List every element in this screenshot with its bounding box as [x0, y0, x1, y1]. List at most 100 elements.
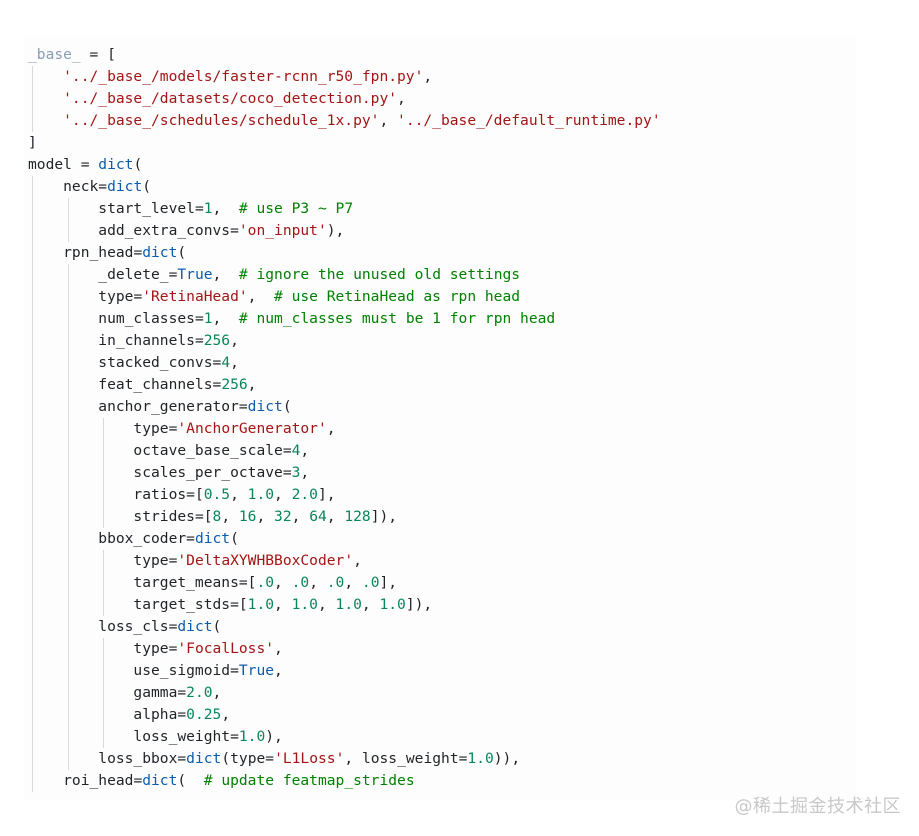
code-line: roi_head=dict( # update featmap_strides — [28, 770, 415, 792]
code-line: anchor_generator=dict( — [28, 396, 291, 418]
code-line: stacked_convs=4, — [28, 352, 239, 374]
code-token: type — [28, 288, 134, 305]
code-line: start_level=1, # use P3 ~ P7 — [28, 198, 353, 220]
code-token: dict — [247, 398, 283, 415]
code-line: type='FocalLoss', — [28, 638, 282, 660]
code-token: 'AnchorGenerator' — [177, 420, 327, 437]
code-token: , — [212, 200, 239, 217]
code-token: dict — [194, 530, 231, 547]
code-token: 1.0 — [379, 596, 406, 613]
code-line: loss_cls=dict( — [28, 616, 221, 638]
code-token: ]), — [405, 596, 433, 613]
code-token: type — [28, 640, 169, 657]
code-token: = — [230, 728, 239, 745]
code-token: gamma — [28, 684, 178, 701]
code-token: 0.25 — [186, 706, 222, 723]
code-token: '../_base_/models/faster-rcnn_r50_fpn.py… — [28, 68, 424, 85]
code-editor[interactable]: _base_ = [ '../_base_/models/faster-rcnn… — [24, 36, 856, 800]
code-line: rpn_head=dict( — [28, 242, 186, 264]
code-token: , — [230, 486, 248, 503]
code-token: , — [300, 442, 310, 459]
code-token: = — [212, 354, 222, 371]
code-token: ( — [133, 156, 143, 173]
code-token: stacked_convs — [28, 354, 213, 371]
code-token: ] — [28, 134, 37, 151]
code-token: , — [274, 662, 283, 679]
code-token: 'RetinaHead' — [142, 288, 248, 305]
code-token: , — [353, 552, 362, 569]
code-token: , — [326, 420, 336, 437]
code-token: loss_weight — [28, 728, 231, 745]
code-token: 1.0 — [247, 486, 275, 503]
code-line: model = dict( — [28, 154, 142, 176]
code-token: dict — [177, 618, 213, 635]
code-token: , — [212, 310, 239, 327]
code-token: in_channels — [28, 332, 195, 349]
code-token: use_sigmoid — [28, 662, 231, 679]
code-token: = [ — [80, 46, 116, 63]
code-token: , — [247, 288, 275, 305]
code-token: = — [71, 156, 99, 173]
code-token: rpn_head — [28, 244, 134, 261]
code-line: target_stds=[1.0, 1.0, 1.0, 1.0]), — [28, 594, 432, 616]
code-token: ( — [221, 750, 231, 767]
code-token: model — [28, 156, 72, 173]
code-token: dict — [98, 156, 134, 173]
code-token: = — [177, 750, 187, 767]
code-line: neck=dict( — [28, 176, 151, 198]
code-token: bbox_coder — [28, 530, 187, 547]
code-token: .0 — [361, 574, 380, 591]
code-token: # update featmap_strides — [203, 772, 415, 789]
code-token: , — [221, 508, 239, 525]
code-token: anchor_generator — [28, 398, 239, 415]
code-token: type — [28, 552, 169, 569]
code-token: _base_ — [28, 46, 81, 63]
code-token: = — [282, 442, 292, 459]
code-line: type='AnchorGenerator', — [28, 418, 336, 440]
code-token: 1 — [203, 310, 213, 327]
code-token: target_stds — [28, 596, 231, 613]
code-token: 32 — [274, 508, 292, 525]
code-token: dict — [142, 772, 178, 789]
code-token: = — [186, 530, 195, 547]
code-line: scales_per_octave=3, — [28, 462, 309, 484]
code-token: , — [274, 596, 292, 613]
code-token: feat_channels — [28, 376, 213, 393]
code-token: 2.0 — [291, 486, 318, 503]
code-token: , — [326, 508, 345, 525]
code-token: , — [397, 90, 406, 107]
code-line: ratios=[0.5, 1.0, 2.0], — [28, 484, 336, 506]
code-token: = — [282, 464, 292, 481]
code-token: num_classes — [28, 310, 195, 327]
code-token: 'DeltaXYWHBBoxCoder' — [177, 552, 354, 569]
code-token: ], — [379, 574, 398, 591]
code-token: # num_classes must be 1 for rpn head — [238, 310, 556, 327]
code-token: neck — [28, 178, 99, 195]
code-token: type — [28, 420, 169, 437]
code-token: '../_base_/schedules/schedule_1x.py' — [28, 112, 380, 129]
code-token: , — [379, 112, 398, 129]
code-token: 1.0 — [335, 596, 362, 613]
code-token: ), — [326, 222, 345, 239]
code-token: ], — [317, 486, 336, 503]
code-token: )), — [493, 750, 521, 767]
code-token: octave_base_scale — [28, 442, 283, 459]
code-line: ] — [28, 132, 37, 154]
code-token: , — [344, 574, 362, 591]
code-token: 8 — [212, 508, 222, 525]
code-line: '../_base_/datasets/coco_detection.py', — [28, 88, 406, 110]
code-line: octave_base_scale=4, — [28, 440, 309, 462]
code-token: = — [230, 662, 239, 679]
code-line: feat_channels=256, — [28, 374, 256, 396]
code-token: ( — [212, 618, 222, 635]
code-line: add_extra_convs='on_input'), — [28, 220, 344, 242]
code-token: , — [212, 684, 222, 701]
code-line: strides=[8, 16, 32, 64, 128]), — [28, 506, 397, 528]
code-token: , — [309, 574, 327, 591]
code-line: type='RetinaHead', # use RetinaHead as r… — [28, 286, 520, 308]
code-token: , — [230, 354, 239, 371]
code-token: = — [133, 244, 143, 261]
code-token: type — [230, 750, 266, 767]
code-line: num_classes=1, # num_classes must be 1 f… — [28, 308, 555, 330]
code-token: add_extra_convs — [28, 222, 231, 239]
